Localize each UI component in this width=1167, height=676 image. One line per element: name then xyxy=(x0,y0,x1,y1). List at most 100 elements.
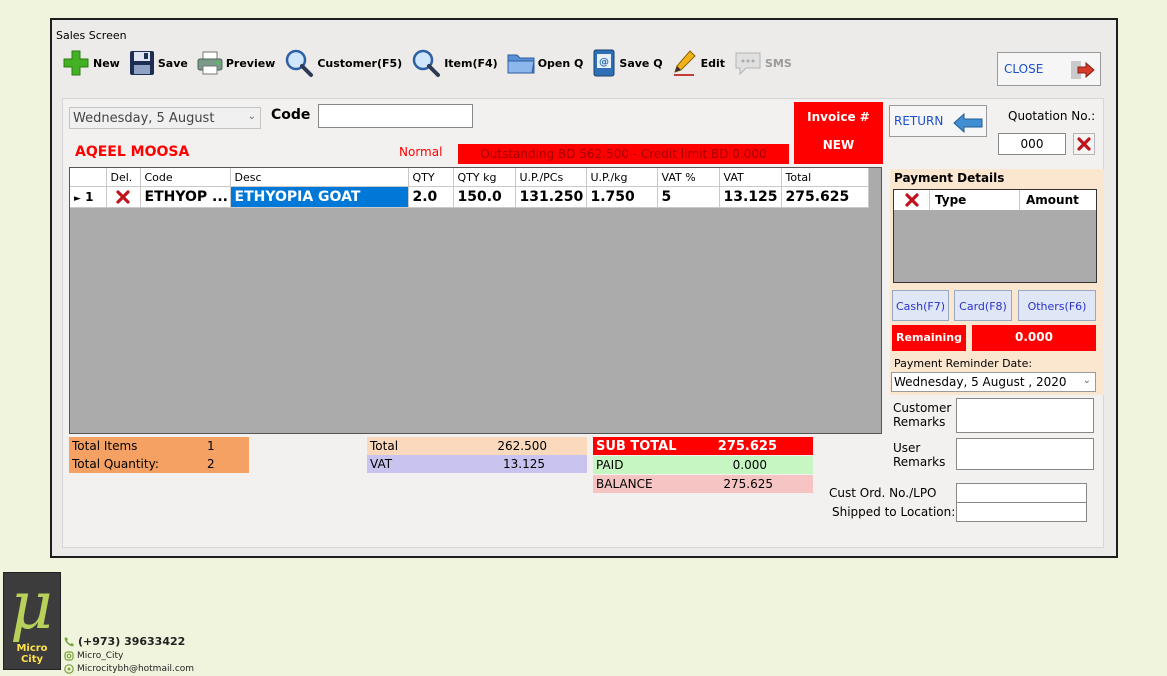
row-vat[interactable]: 13.125 xyxy=(719,186,782,208)
total-items-value: 1 xyxy=(207,439,215,453)
phone-number: (+973) 39633422 xyxy=(78,635,186,648)
payment-col-amount[interactable]: Amount xyxy=(1020,193,1079,207)
instagram-row: Micro_City xyxy=(64,649,194,662)
shipped-to-label: Shipped to Location: xyxy=(832,505,956,519)
toolbar: New Save Preview Customer(F5) Item(F4) O… xyxy=(62,46,801,80)
balance-value: 275.625 xyxy=(723,477,773,491)
edit-button[interactable]: Edit xyxy=(672,49,725,77)
col-vat[interactable]: VAT xyxy=(719,168,782,187)
arrow-left-icon xyxy=(953,113,983,133)
pencil-icon xyxy=(673,50,696,76)
quotation-delete-button[interactable] xyxy=(1073,133,1095,155)
col-up-pcs[interactable]: U.P./PCs xyxy=(515,168,587,187)
remaining-value: 0.000 xyxy=(972,325,1096,351)
customer-button[interactable]: Customer(F5) xyxy=(284,48,402,78)
save-q-label: Save Q xyxy=(619,56,663,70)
row-indicator[interactable]: ► 1 xyxy=(70,186,107,208)
payment-col-type[interactable]: Type xyxy=(930,190,1020,210)
sms-button[interactable]: SMS xyxy=(734,50,792,76)
col-qty-kg[interactable]: QTY kg xyxy=(453,168,516,187)
shipped-to-input[interactable] xyxy=(956,502,1087,522)
paid-value: 0.000 xyxy=(732,458,767,472)
total-quantity-row: Total Quantity: 2 xyxy=(69,455,249,473)
save-q-button[interactable]: @ Save Q xyxy=(592,49,663,77)
row-total[interactable]: 275.625 xyxy=(781,186,869,208)
total-quantity-label: Total Quantity: xyxy=(72,457,159,471)
return-button[interactable]: RETURN xyxy=(889,105,987,137)
invoice-date-picker[interactable]: Wednesday, 5 August ⌄ xyxy=(69,107,261,129)
red-x-icon xyxy=(1077,137,1091,151)
paid-label: PAID xyxy=(596,458,624,472)
folder-icon xyxy=(507,54,535,74)
magnifier-icon xyxy=(412,49,441,77)
floppy-disk-icon xyxy=(129,51,154,75)
contact-info: (+973) 39633422 Micro_City Microcitybh@h… xyxy=(64,634,194,675)
others-button[interactable]: Others(F6) xyxy=(1018,290,1096,321)
total-items-label: Total Items xyxy=(72,439,138,453)
item-label: Item(F4) xyxy=(444,56,498,70)
total-items-row: Total Items 1 xyxy=(69,437,249,455)
vat-value: 13.125 xyxy=(503,457,545,471)
exit-arrow-icon xyxy=(1071,61,1095,79)
red-x-icon xyxy=(116,189,130,204)
row-desc[interactable]: ETHYOPIA GOAT xyxy=(230,186,409,208)
open-q-label: Open Q xyxy=(537,56,584,70)
table-row[interactable]: ► 1 ETHYOP ... ETHYOPIA GOAT 2.0 150.0 1… xyxy=(70,186,869,208)
col-qty[interactable]: QTY xyxy=(408,168,454,187)
reminder-date-value: Wednesday, 5 August , 2020 xyxy=(894,375,1067,389)
customer-remarks-input[interactable] xyxy=(956,398,1094,433)
open-q-button[interactable]: Open Q xyxy=(507,51,584,75)
preview-button[interactable]: Preview xyxy=(197,50,275,76)
col-desc[interactable]: Desc xyxy=(230,168,409,187)
save-button[interactable]: Save xyxy=(129,50,188,76)
code-input[interactable] xyxy=(318,104,473,128)
sms-label: SMS xyxy=(764,56,792,70)
cust-ord-input[interactable] xyxy=(956,483,1087,503)
email-icon xyxy=(64,663,74,674)
plus-icon xyxy=(63,50,89,76)
total-value: 262.500 xyxy=(497,439,547,453)
items-grid: Del. Code Desc QTY QTY kg U.P./PCs U.P./… xyxy=(69,167,882,434)
quotation-label: Quotation No.: xyxy=(1008,109,1096,123)
col-code[interactable]: Code xyxy=(140,168,231,187)
items-table: Del. Code Desc QTY QTY kg U.P./PCs U.P./… xyxy=(70,168,869,208)
row-delete-cell[interactable] xyxy=(106,186,141,208)
col-total[interactable]: Total xyxy=(781,168,869,187)
row-code[interactable]: ETHYOP ... xyxy=(140,186,231,208)
outstanding-balance: Outstanding BD 562.500 - Credit limit BD… xyxy=(458,144,789,164)
payment-grid-header: Type Amount xyxy=(894,190,1096,210)
payment-reminder-date-picker[interactable]: Wednesday, 5 August , 2020 ⌄ xyxy=(891,372,1096,392)
balance-label: BALANCE xyxy=(596,477,653,491)
remaining-label: Remaining xyxy=(892,325,966,351)
paid-row: PAID 0.000 xyxy=(593,456,813,474)
close-label: CLOSE xyxy=(1004,62,1044,76)
row-vat-pct[interactable]: 5 xyxy=(657,186,720,208)
close-button[interactable]: CLOSE xyxy=(997,52,1101,86)
card-button[interactable]: Card(F8) xyxy=(954,290,1012,321)
quotation-input[interactable]: 000 xyxy=(998,133,1066,155)
email-row: Microcitybh@hotmail.com xyxy=(64,662,194,675)
col-del[interactable]: Del. xyxy=(106,168,141,187)
total-label: Total xyxy=(370,439,399,453)
payment-delete-header[interactable] xyxy=(894,190,930,210)
col-vat-pct[interactable]: VAT % xyxy=(657,168,720,187)
cash-button[interactable]: Cash(F7) xyxy=(892,290,949,321)
row-qty-kg[interactable]: 150.0 xyxy=(453,186,516,208)
row-qty[interactable]: 2.0 xyxy=(408,186,454,208)
payment-details-panel: Payment Details Type Amount Cash(F7) Car… xyxy=(890,169,1104,395)
total-row: Total 262.500 xyxy=(367,437,587,455)
row-up-kg[interactable]: 1.750 xyxy=(586,186,658,208)
user-remarks-input[interactable] xyxy=(956,438,1094,470)
customer-remarks-label: Customer Remarks xyxy=(893,401,952,429)
subtotal-value: 275.625 xyxy=(717,439,777,454)
total-quantity-value: 2 xyxy=(207,457,215,471)
new-label: New xyxy=(93,56,120,70)
item-button[interactable]: Item(F4) xyxy=(411,48,498,78)
subtotal-row: SUB TOTAL 275.625 xyxy=(593,437,813,455)
new-button[interactable]: New xyxy=(62,49,120,77)
payment-grid: Type Amount xyxy=(893,189,1097,283)
col-up-kg[interactable]: U.P./kg xyxy=(586,168,658,187)
red-x-icon xyxy=(904,193,919,207)
row-up-pcs[interactable]: 131.250 xyxy=(515,186,587,208)
invoice-value: NEW xyxy=(822,138,855,152)
